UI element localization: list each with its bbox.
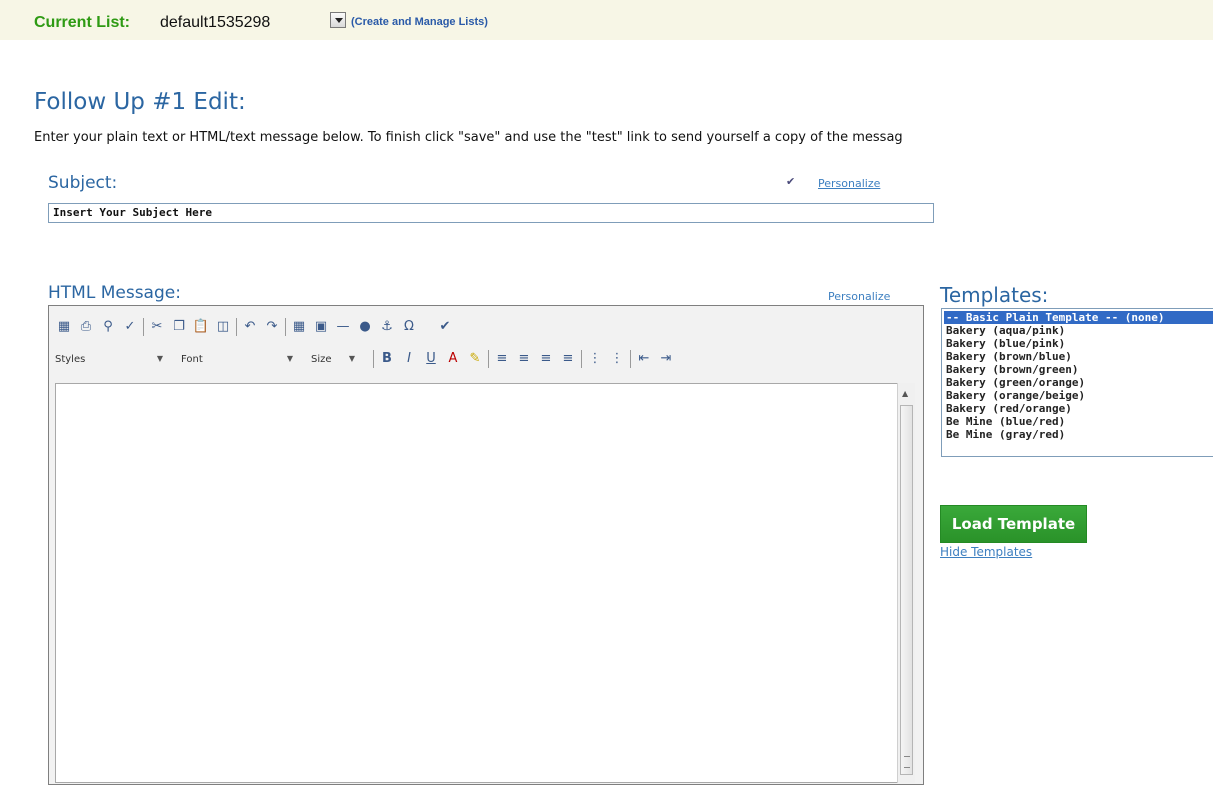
editor-toolbar-row-1: ▦ ⎙ ⚲ ✓ ✂ ❐ 📋 ◫ ↶ ↷ ▦ ▣ — ● ⚓ Ω ✔	[55, 316, 458, 338]
template-option[interactable]: Bakery (orange/beige)	[944, 389, 1213, 402]
chevron-down-icon: ▼	[348, 353, 355, 363]
align-justify-icon[interactable]: ≡	[559, 350, 577, 368]
manage-lists-link[interactable]: (Create and Manage Lists)	[351, 16, 488, 28]
template-option[interactable]: Bakery (brown/green)	[944, 363, 1213, 376]
styles-label: Styles	[55, 353, 86, 365]
align-left-icon[interactable]: ≡	[493, 350, 511, 368]
toolbar-separator	[236, 318, 237, 336]
instructions-text: Enter your plain text or HTML/text messa…	[34, 130, 903, 145]
editor-scrollbar[interactable]: ▲	[897, 383, 915, 783]
special-char-icon[interactable]: Ω	[400, 318, 418, 336]
current-list-bar: Current List: default1535298 (Create and…	[0, 0, 1213, 40]
scroll-up-icon[interactable]: ▲	[902, 389, 908, 398]
find-icon[interactable]: ⚲	[99, 318, 117, 336]
template-option[interactable]: Bakery (brown/blue)	[944, 350, 1213, 363]
template-option[interactable]: Be Mine (gray/red)	[944, 428, 1213, 441]
horizontal-rule-icon[interactable]: —	[334, 318, 352, 336]
outdent-icon[interactable]: ⇤	[635, 350, 653, 368]
toolbar-separator	[630, 350, 631, 368]
font-label: Font	[181, 353, 203, 365]
source-icon[interactable]: ▦	[55, 318, 73, 336]
subject-personalize-link[interactable]: Personalize	[818, 177, 880, 190]
size-label: Size	[311, 353, 332, 365]
grip-icon	[904, 756, 910, 768]
highlight-icon[interactable]: ✎	[466, 350, 484, 368]
html-message-label: HTML Message:	[48, 283, 181, 303]
font-dropdown[interactable]: Font ▼	[181, 354, 293, 365]
chevron-down-icon: ▼	[286, 353, 293, 363]
template-option[interactable]: Bakery (red/orange)	[944, 402, 1213, 415]
bold-icon[interactable]: B	[378, 350, 396, 368]
undo-icon[interactable]: ↶	[241, 318, 259, 336]
html-editor: ▦ ⎙ ⚲ ✓ ✂ ❐ 📋 ◫ ↶ ↷ ▦ ▣ — ● ⚓ Ω ✔ Styles…	[48, 305, 924, 785]
toolbar-separator	[581, 350, 582, 368]
spellcheck-toolbar-icon[interactable]: ✓	[121, 318, 139, 336]
size-dropdown[interactable]: Size ▼	[311, 354, 355, 365]
chevron-down-icon: ▼	[156, 353, 163, 363]
load-template-button[interactable]: Load Template	[940, 505, 1087, 543]
paste-icon[interactable]: 📋	[192, 318, 210, 336]
template-option[interactable]: Be Mine (blue/red)	[944, 415, 1213, 428]
italic-icon[interactable]: I	[400, 350, 418, 368]
subject-input[interactable]: Insert Your Subject Here	[48, 203, 934, 223]
current-list-value: default1535298	[160, 14, 271, 31]
bulleted-list-icon[interactable]: ⋮	[608, 350, 626, 368]
list-dropdown-button[interactable]	[330, 12, 346, 28]
print-icon[interactable]: ⎙	[77, 318, 95, 336]
underline-icon[interactable]: U	[422, 350, 440, 368]
spellcheck-button-icon[interactable]: ✔	[436, 318, 454, 336]
hide-templates-link[interactable]: Hide Templates	[940, 545, 1032, 559]
editor-toolbar-row-2: Styles ▼ Font ▼ Size ▼ B I U A ✎ ≡ ≡ ≡ ≡ ⋮ …	[55, 348, 679, 370]
align-center-icon[interactable]: ≡	[515, 350, 533, 368]
anchor-icon[interactable]: ⚓	[378, 318, 396, 336]
template-option[interactable]: Bakery (blue/pink)	[944, 337, 1213, 350]
copy-icon[interactable]: ❐	[170, 318, 188, 336]
paste-text-icon[interactable]: ◫	[214, 318, 232, 336]
align-right-icon[interactable]: ≡	[537, 350, 555, 368]
subject-label: Subject:	[48, 173, 118, 193]
toolbar-separator	[488, 350, 489, 368]
text-color-icon[interactable]: A	[444, 350, 462, 368]
table-icon[interactable]: ▦	[290, 318, 308, 336]
redo-icon[interactable]: ↷	[263, 318, 281, 336]
cut-icon[interactable]: ✂	[148, 318, 166, 336]
message-personalize-link[interactable]: Personalize	[828, 290, 890, 303]
page-title: Follow Up #1 Edit:	[34, 89, 246, 115]
indent-icon[interactable]: ⇥	[657, 350, 675, 368]
template-option[interactable]: Bakery (green/orange)	[944, 376, 1213, 389]
numbered-list-icon[interactable]: ⋮	[586, 350, 604, 368]
link-icon[interactable]: ●	[356, 318, 374, 336]
image-icon[interactable]: ▣	[312, 318, 330, 336]
editor-content-area[interactable]	[55, 383, 905, 783]
current-list-label: Current List:	[34, 14, 130, 31]
templates-label: Templates:	[940, 283, 1049, 307]
spellcheck-icon: ✔	[786, 175, 796, 188]
styles-dropdown[interactable]: Styles ▼	[55, 354, 163, 365]
scroll-thumb[interactable]	[900, 405, 913, 775]
toolbar-separator	[143, 318, 144, 336]
toolbar-separator	[373, 350, 374, 368]
template-option[interactable]: -- Basic Plain Template -- (none)	[944, 311, 1213, 324]
toolbar-separator	[285, 318, 286, 336]
template-option[interactable]: Bakery (aqua/pink)	[944, 324, 1213, 337]
templates-listbox[interactable]: -- Basic Plain Template -- (none) Bakery…	[941, 308, 1213, 457]
